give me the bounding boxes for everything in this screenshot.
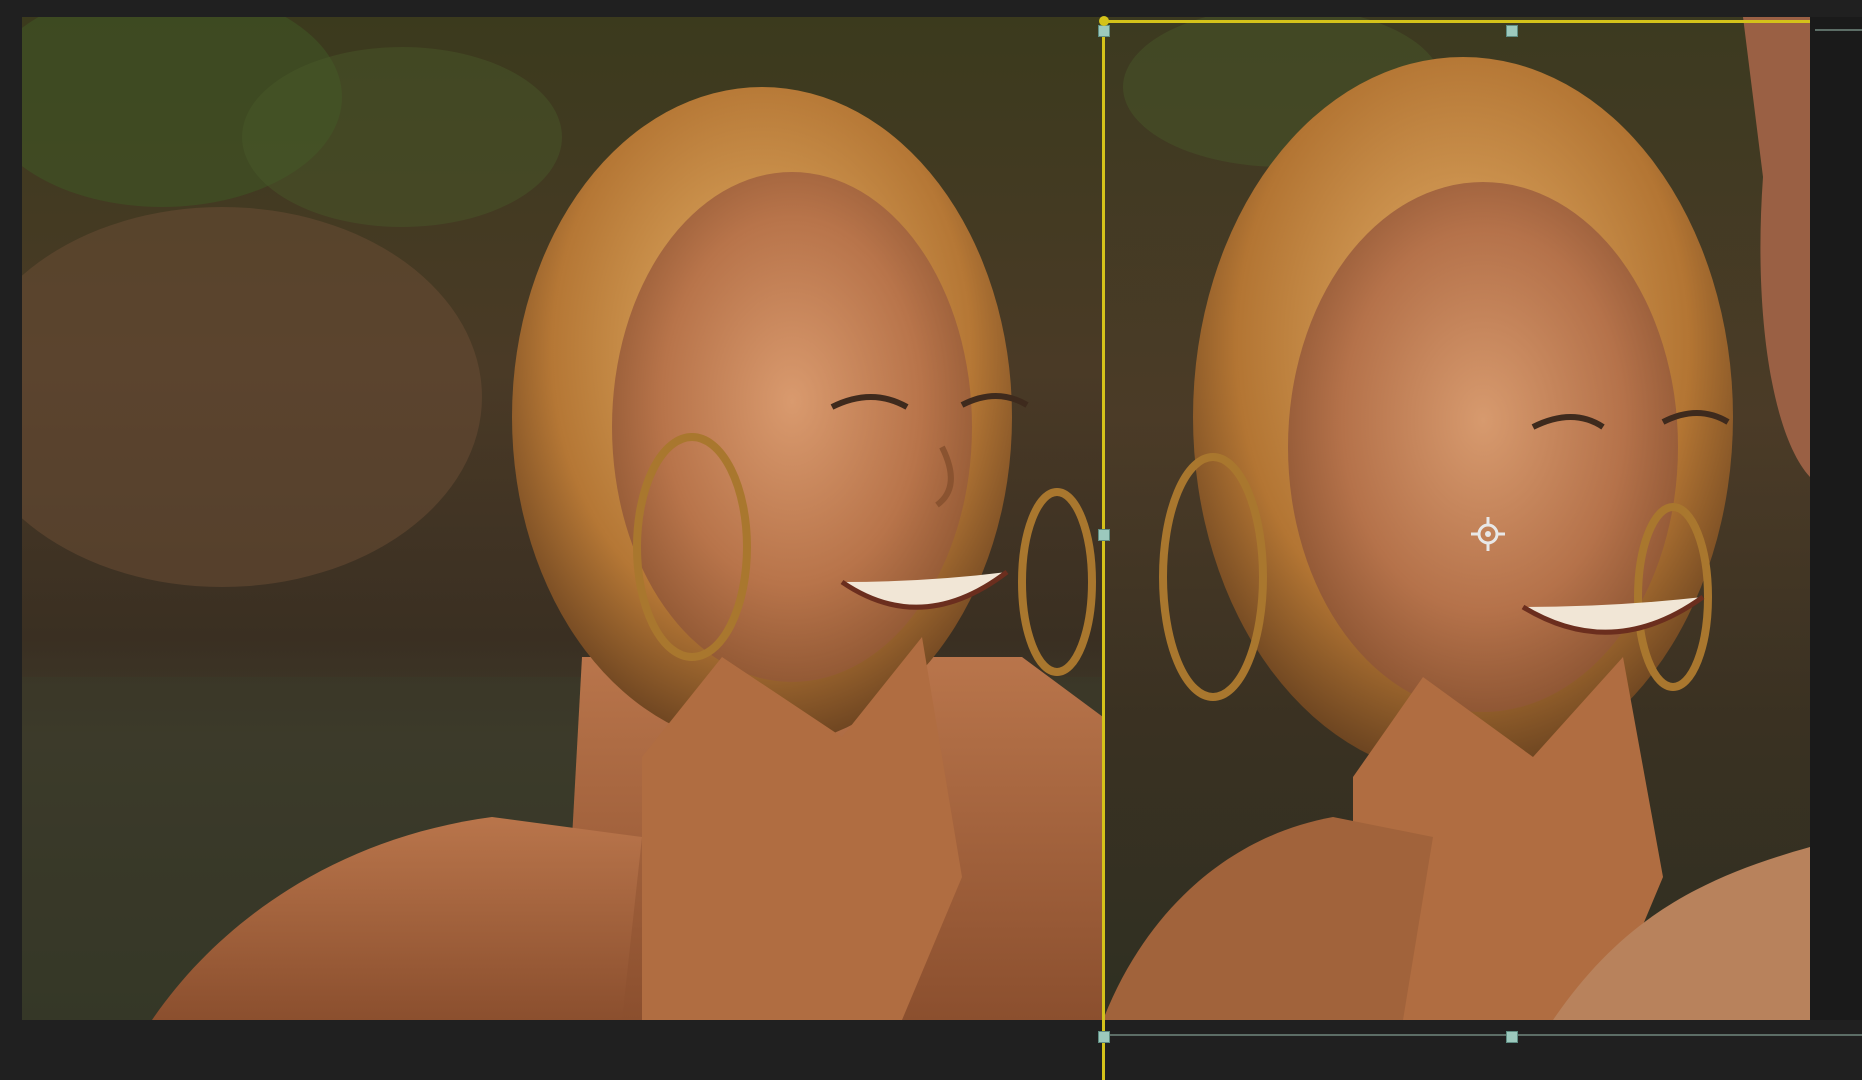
mask-top-edge[interactable] <box>1103 20 1810 23</box>
program-monitor-viewer[interactable] <box>0 0 1862 1080</box>
crosshair-target-icon[interactable] <box>1469 515 1507 553</box>
mask-handle-top-center[interactable] <box>1506 25 1518 37</box>
left-photo-svg <box>22 17 1103 1020</box>
mask-handle-bottom-left[interactable] <box>1098 1031 1110 1043</box>
mask-handle-bottom-center[interactable] <box>1506 1031 1518 1043</box>
viewer-margin <box>1810 17 1862 1020</box>
mask-left-edge[interactable] <box>1102 20 1105 1080</box>
mask-handle-top-left[interactable] <box>1098 25 1110 37</box>
mask-handle-middle-left[interactable] <box>1098 529 1110 541</box>
mask-corner-dot[interactable] <box>1099 16 1109 26</box>
mask-right-guide <box>1815 29 1862 31</box>
left-clip-preview <box>22 17 1103 1020</box>
right-clip-preview <box>1103 17 1810 1020</box>
right-photo-svg <box>1103 17 1810 1020</box>
mask-bottom-guide <box>1105 1034 1862 1036</box>
